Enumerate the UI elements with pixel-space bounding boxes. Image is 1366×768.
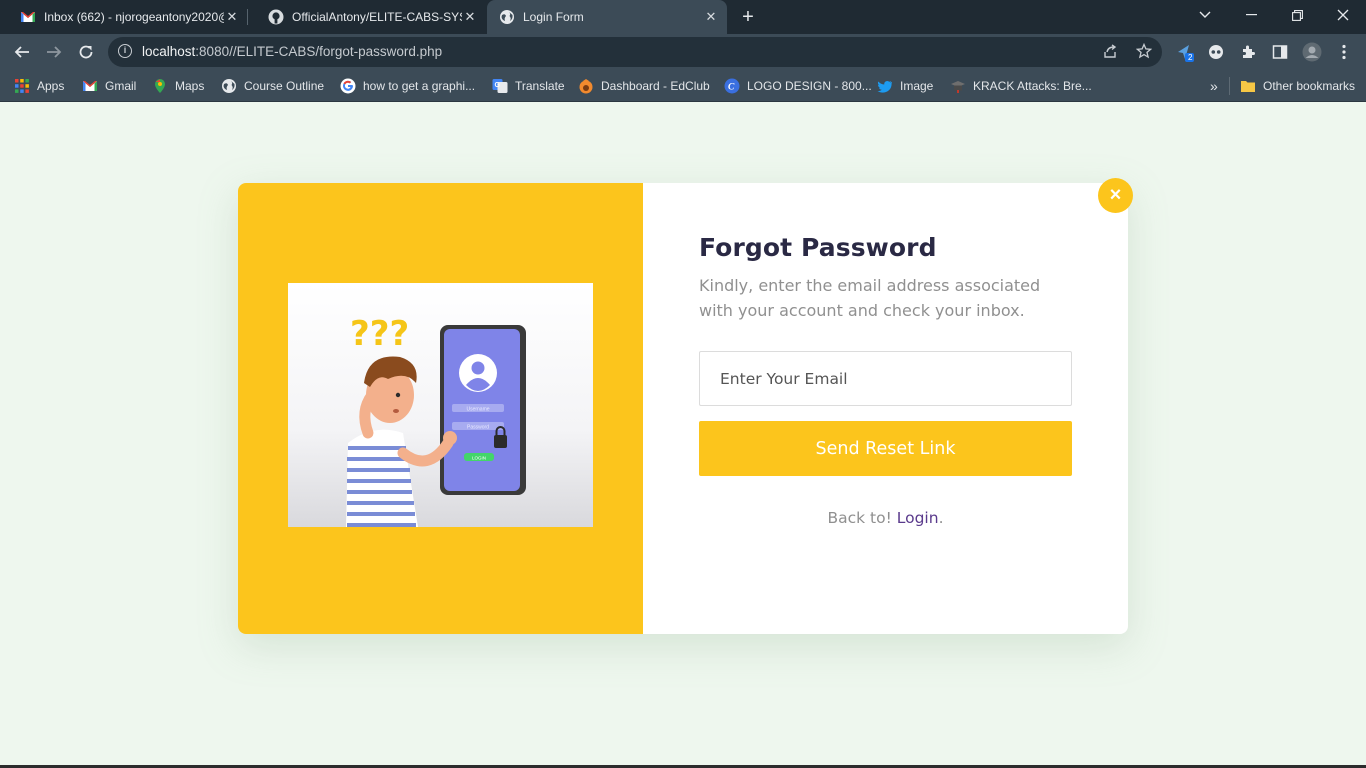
bookmark-google-search[interactable]: how to get a graphi... bbox=[340, 76, 475, 96]
forgot-password-card: Username Password LOGIN ??? Forgot Passw… bbox=[238, 178, 1133, 634]
tab-search-chevron-icon[interactable] bbox=[1182, 0, 1228, 30]
close-tab-icon[interactable]: ✕ bbox=[462, 9, 478, 25]
bookmark-label: Dashboard - EdClub bbox=[601, 79, 710, 93]
site-info-icon[interactable]: i bbox=[118, 44, 132, 58]
other-bookmarks[interactable]: Other bookmarks bbox=[1240, 76, 1355, 96]
back-suffix: . bbox=[938, 509, 944, 527]
page-title: Forgot Password bbox=[699, 233, 937, 262]
krack-icon bbox=[951, 81, 965, 93]
bookmark-label: Maps bbox=[175, 79, 205, 93]
bookmark-krack[interactable]: KRACK Attacks: Bre... bbox=[950, 76, 1092, 96]
bookmarks-separator bbox=[1229, 77, 1230, 95]
globe-icon bbox=[222, 79, 236, 93]
close-tab-icon[interactable]: ✕ bbox=[703, 9, 719, 25]
extension-badge: 2 bbox=[1188, 53, 1193, 62]
question-marks: ??? bbox=[350, 314, 409, 354]
incognito-extension-icon[interactable] bbox=[1206, 42, 1226, 62]
bookmark-label: LOGO DESIGN - 800... bbox=[747, 79, 872, 93]
bookmark-star-icon[interactable] bbox=[1135, 42, 1153, 61]
canva-icon: C bbox=[724, 78, 740, 94]
tab-github[interactable]: OfficialAntony/ELITE-CABS-SYSTEM ✕ bbox=[248, 0, 486, 34]
back-prefix: Back to! bbox=[827, 509, 897, 527]
tab-gmail[interactable]: Inbox (662) - njorogeantony2020@ ✕ bbox=[0, 0, 248, 34]
translate-icon: G bbox=[492, 79, 508, 93]
bookmark-label: Other bookmarks bbox=[1263, 79, 1356, 93]
tab-title: Login Form bbox=[523, 10, 584, 24]
bookmark-label: how to get a graphi... bbox=[363, 79, 476, 93]
bookmark-edclub[interactable]: Dashboard - EdClub bbox=[578, 76, 710, 96]
close-modal-button[interactable]: × bbox=[1098, 178, 1133, 213]
twitter-icon bbox=[877, 80, 892, 93]
bookmark-label: KRACK Attacks: Bre... bbox=[973, 79, 1092, 93]
github-icon bbox=[268, 9, 284, 25]
bookmark-gmail[interactable]: Gmail bbox=[82, 76, 136, 96]
tab-title: OfficialAntony/ELITE-CABS-SYSTEM bbox=[292, 10, 462, 24]
edclub-icon bbox=[579, 79, 593, 94]
bookmark-apps[interactable]: Apps bbox=[14, 76, 64, 96]
bookmark-maps[interactable]: Maps bbox=[152, 76, 204, 96]
confused-user-illustration: Username Password LOGIN ??? bbox=[288, 283, 593, 527]
extension-icon[interactable]: 2 bbox=[1175, 42, 1195, 62]
tab-login-form[interactable]: Login Form ✕ bbox=[487, 0, 727, 34]
tab-strip: Inbox (662) - njorogeantony2020@ ✕ Offic… bbox=[0, 0, 1366, 34]
google-icon bbox=[340, 78, 356, 94]
form-description: Kindly, enter the email address associat… bbox=[699, 276, 1041, 320]
close-tab-icon[interactable]: ✕ bbox=[224, 9, 240, 25]
maps-icon bbox=[155, 79, 165, 93]
send-reset-link-button[interactable]: Send Reset Link bbox=[699, 421, 1072, 476]
side-panel-icon[interactable] bbox=[1270, 42, 1290, 62]
card-illustration-panel: Username Password LOGIN ??? bbox=[238, 183, 643, 634]
bookmark-logo-design[interactable]: C LOGO DESIGN - 800... bbox=[724, 76, 872, 96]
bookmark-label: Translate bbox=[515, 79, 565, 93]
bookmarks-overflow-chevron[interactable]: » bbox=[1210, 76, 1218, 96]
phone-login-label: LOGIN bbox=[472, 456, 486, 461]
browser-toolbar: i localhost:8080//ELITE-CABS/forgot-pass… bbox=[0, 34, 1366, 70]
reload-icon[interactable] bbox=[73, 39, 99, 65]
new-tab-button[interactable]: + bbox=[737, 6, 759, 28]
extensions-puzzle-icon[interactable] bbox=[1238, 42, 1258, 62]
bookmark-label: Apps bbox=[37, 79, 65, 93]
svg-text:G: G bbox=[495, 82, 501, 89]
restore-icon[interactable] bbox=[1274, 0, 1320, 30]
gmail-icon bbox=[21, 12, 35, 22]
login-link[interactable]: Login bbox=[897, 509, 939, 527]
address-bar[interactable]: i localhost:8080//ELITE-CABS/forgot-pass… bbox=[108, 37, 1162, 67]
bookmark-label: Gmail bbox=[105, 79, 137, 93]
menu-kebab-icon[interactable] bbox=[1334, 42, 1354, 62]
phone-username-label: Username bbox=[466, 407, 489, 413]
tab-title: Inbox (662) - njorogeantony2020@ bbox=[44, 10, 224, 24]
profile-avatar-icon[interactable] bbox=[1302, 42, 1322, 62]
apps-grid-icon bbox=[15, 79, 29, 93]
url-text: localhost:8080//ELITE-CABS/forgot-passwo… bbox=[142, 44, 443, 59]
bookmarks-bar: Apps Gmail Maps Course Outline how to ge… bbox=[0, 70, 1366, 102]
email-field[interactable] bbox=[699, 351, 1072, 406]
back-to-login-text: Back to! Login. bbox=[699, 509, 1072, 527]
bookmark-label: Image bbox=[900, 79, 934, 93]
share-icon[interactable] bbox=[1102, 43, 1120, 61]
bookmark-image[interactable]: Image bbox=[877, 76, 933, 96]
bookmark-label: Course Outline bbox=[244, 79, 325, 93]
bookmark-translate[interactable]: G Translate bbox=[492, 76, 565, 96]
svg-text:C: C bbox=[728, 83, 735, 93]
gmail-icon bbox=[83, 81, 97, 91]
close-window-icon[interactable] bbox=[1320, 0, 1366, 30]
phone-password-label: Password bbox=[467, 425, 489, 431]
back-arrow-icon[interactable] bbox=[9, 39, 35, 65]
minimize-icon[interactable] bbox=[1228, 0, 1274, 30]
forward-arrow-icon[interactable] bbox=[41, 39, 67, 65]
bookmark-course-outline[interactable]: Course Outline bbox=[221, 76, 324, 96]
globe-icon bbox=[500, 10, 514, 24]
folder-icon bbox=[1241, 81, 1255, 92]
card-form-panel: Forgot Password Kindly, enter the email … bbox=[643, 183, 1128, 634]
